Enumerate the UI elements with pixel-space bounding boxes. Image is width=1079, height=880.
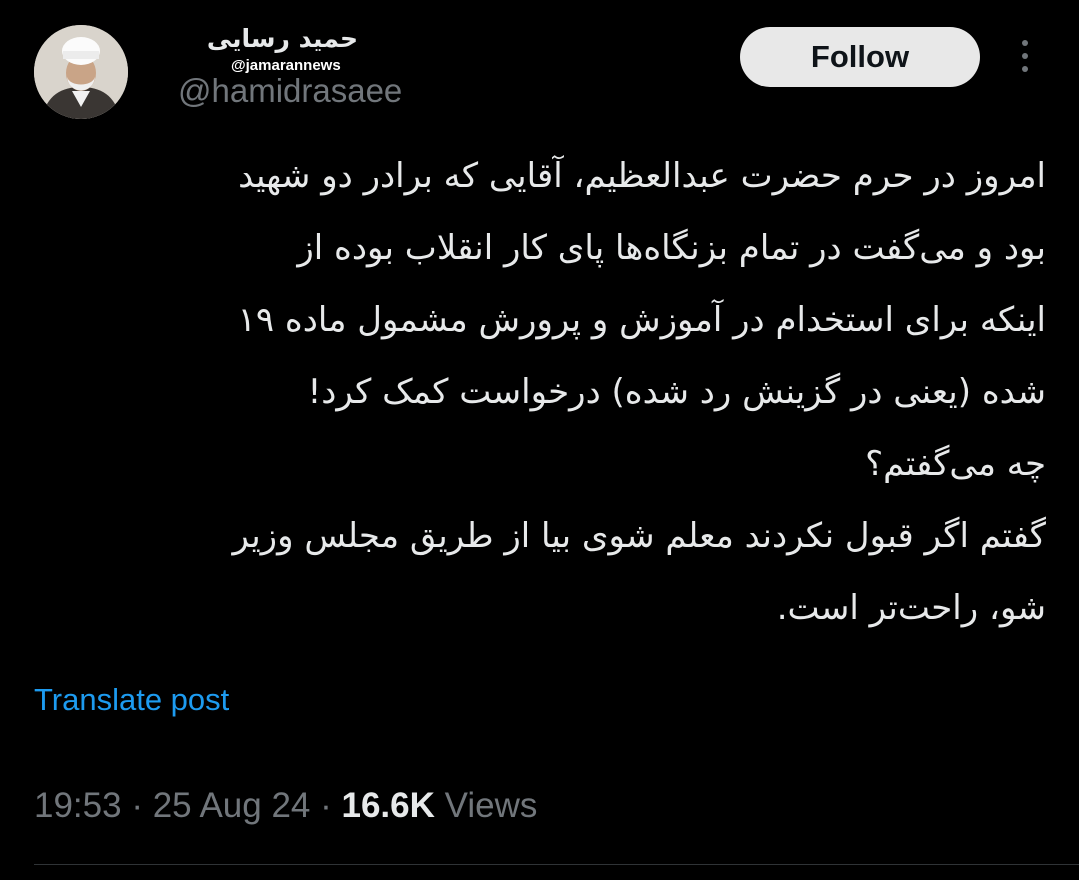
- post-line: اینکه برای استخدام در آموزش و پرورش مشمو…: [237, 300, 1046, 340]
- post-meta: 19:53 · 25 Aug 24 · 16.6K Views: [34, 786, 537, 826]
- post-line: شو، راحت‌تر است.: [776, 588, 1046, 628]
- post-line: گفتم اگر قبول نکردند معلم شوی بیا از طری…: [232, 516, 1046, 556]
- post-line: بود و می‌گفت در تمام بزنگاه‌ها پای کار ا…: [297, 228, 1046, 268]
- meta-separator: ·: [131, 786, 143, 825]
- more-dot: [1022, 66, 1028, 72]
- post-line: چه می‌گفتم؟: [865, 444, 1046, 484]
- views-label: Views: [444, 786, 538, 825]
- post-line: امروز در حرم حضرت عبدالعظیم، آقایی که بر…: [238, 156, 1046, 196]
- post-date[interactable]: 25 Aug 24: [153, 786, 311, 825]
- divider: [34, 864, 1079, 865]
- user-avatar-photo: [34, 25, 128, 119]
- more-dot: [1022, 40, 1028, 46]
- post-time[interactable]: 19:53: [34, 786, 122, 825]
- more-vertical-icon[interactable]: [1010, 36, 1040, 76]
- avatar[interactable]: [34, 25, 128, 119]
- translate-post-link[interactable]: Translate post: [34, 682, 229, 718]
- post-text: امروز در حرم حضرت عبدالعظیم، آقایی که بر…: [36, 140, 1046, 644]
- views-count[interactable]: 16.6K: [342, 786, 435, 825]
- more-dot: [1022, 53, 1028, 59]
- author-handle[interactable]: @hamidrasaee: [178, 72, 402, 110]
- post-line: شده (یعنی در گزینش رد شده) درخواست کمک ک…: [307, 372, 1046, 412]
- follow-button[interactable]: Follow: [740, 27, 980, 87]
- author-display-name[interactable]: حمید رسایی: [178, 24, 358, 53]
- meta-separator: ·: [320, 786, 332, 825]
